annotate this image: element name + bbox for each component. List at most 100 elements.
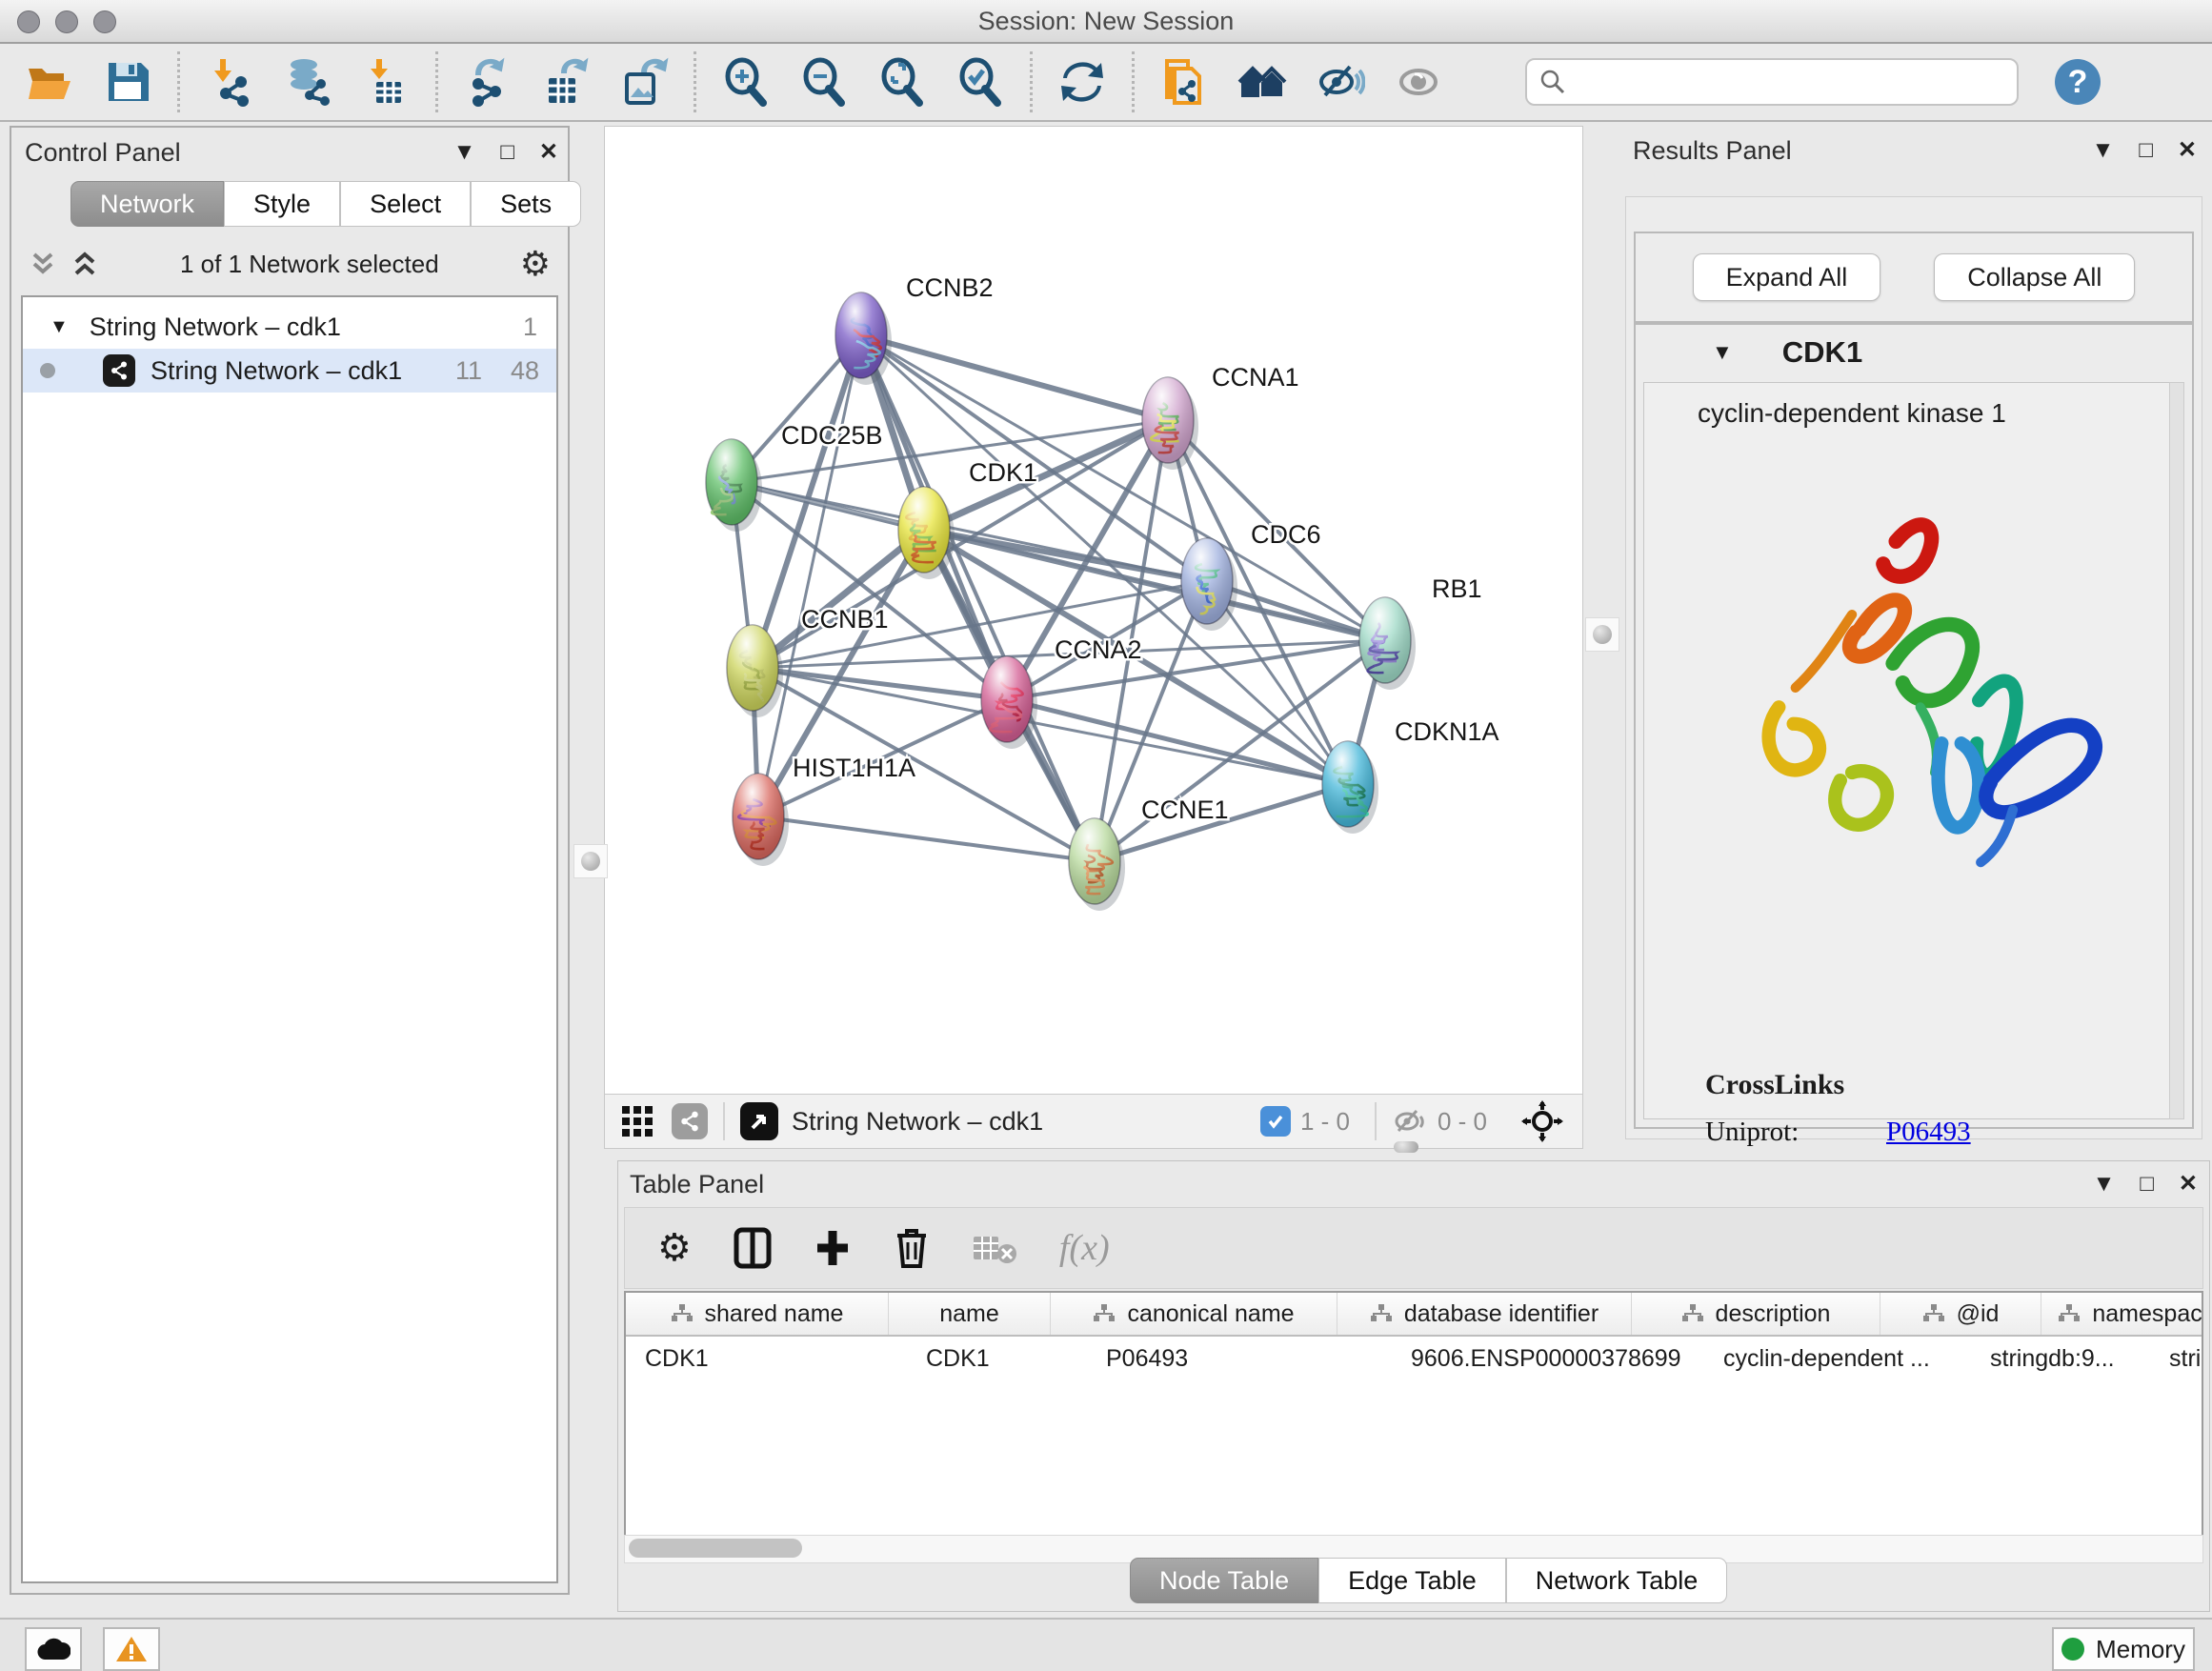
expand-all-icon[interactable] (70, 249, 99, 279)
selected-checkbox[interactable] (1260, 1106, 1291, 1137)
string-home-icon[interactable] (1236, 55, 1289, 109)
column-header-databaseidentifier[interactable]: database identifier (1337, 1293, 1632, 1335)
network-view-toolbar: String Network – cdk1 1 - 0 0 - 0 (604, 1094, 1583, 1149)
export-table-icon[interactable] (539, 55, 593, 109)
show-glass-icon[interactable] (1392, 55, 1445, 109)
table-cell[interactable]: P06493 (1087, 1337, 1392, 1380)
panel-menu-icon[interactable]: ▼ (453, 141, 476, 164)
expand-all-button[interactable]: Expand All (1693, 253, 1881, 301)
column-type-icon (2058, 1303, 2081, 1324)
save-session-icon[interactable] (101, 55, 154, 109)
show-columns-icon[interactable] (734, 1227, 772, 1269)
network-edge[interactable] (861, 335, 1095, 861)
clone-network-icon[interactable] (1157, 55, 1211, 109)
hide-glass-icon[interactable] (1314, 55, 1367, 109)
close-panel-icon[interactable]: ✕ (2178, 139, 2197, 162)
results-scrollbar[interactable] (2169, 382, 2184, 1119)
network-node-RB1[interactable]: RB1 (1359, 574, 1482, 690)
float-panel-icon[interactable]: □ (2139, 139, 2153, 162)
float-panel-icon[interactable]: □ (500, 141, 514, 164)
string-share-icon[interactable] (672, 1103, 708, 1139)
network-edge[interactable] (753, 530, 924, 668)
table-cell[interactable]: stringdb:9... (1971, 1337, 2150, 1380)
import-network-icon[interactable] (203, 55, 256, 109)
column-header-canonicalname[interactable]: canonical name (1051, 1293, 1337, 1335)
column-type-icon (1370, 1303, 1393, 1324)
node-table[interactable]: shared namenamecanonical namedatabase id… (624, 1291, 2203, 1537)
network-edge[interactable] (861, 335, 1385, 640)
network-node-CCNE1[interactable]: CCNE1 (1069, 795, 1229, 911)
collapse-triangle-icon[interactable]: ▼ (50, 316, 69, 338)
search-field[interactable] (1525, 58, 2019, 106)
warning-status-button[interactable] (103, 1627, 160, 1671)
network-node-HIST1H1A[interactable]: HIST1H1A (733, 754, 915, 866)
column-header-id[interactable]: @id (1880, 1293, 2041, 1335)
column-header-sharedname[interactable]: shared name (626, 1293, 889, 1335)
import-table-icon[interactable] (359, 55, 412, 109)
network-edge[interactable] (753, 668, 1007, 699)
panel-menu-icon[interactable]: ▼ (2092, 139, 2115, 162)
window-title: Session: New Session (0, 7, 2212, 36)
tab-sets[interactable]: Sets (471, 181, 581, 227)
column-header-namespace[interactable]: namespace (2041, 1293, 2203, 1335)
bottom-splitter-handle[interactable] (1389, 1139, 1423, 1155)
network-collection-row[interactable]: ▼ String Network – cdk1 1 (23, 305, 556, 349)
export-image-icon[interactable] (617, 55, 671, 109)
cloud-status-button[interactable] (25, 1627, 82, 1671)
network-list: ▼ String Network – cdk1 1 String Network… (21, 295, 558, 1583)
network-node-CCNA1[interactable]: CCNA1 (1142, 363, 1299, 470)
zoom-fit-icon[interactable] (875, 55, 929, 109)
collapse-triangle-icon[interactable]: ▼ (1712, 340, 1733, 365)
close-panel-icon[interactable]: ✕ (539, 141, 558, 164)
formula-icon[interactable]: f(x) (1059, 1227, 1110, 1269)
tab-edge-table[interactable]: Edge Table (1318, 1558, 1506, 1603)
tab-network-table[interactable]: Network Table (1506, 1558, 1728, 1603)
column-header-description[interactable]: description (1632, 1293, 1880, 1335)
table-cell[interactable]: 9606.ENSP00000378699 (1392, 1337, 1704, 1380)
tab-network[interactable]: Network (70, 181, 224, 227)
control-panel: Control Panel ▼ □ ✕ NetworkStyleSelectSe… (10, 126, 570, 1595)
clear-table-icon[interactable] (972, 1231, 1017, 1265)
network-row[interactable]: String Network – cdk1 11 48 (23, 349, 556, 393)
crosslink-link[interactable]: P06493 (1886, 1117, 1971, 1148)
collapse-all-icon[interactable] (29, 249, 57, 279)
delete-column-icon[interactable] (894, 1226, 930, 1270)
zoom-in-icon[interactable] (719, 55, 773, 109)
tab-node-table[interactable]: Node Table (1130, 1558, 1318, 1603)
memory-button[interactable]: Memory (2052, 1627, 2195, 1671)
birdseye-view-icon[interactable] (740, 1102, 778, 1140)
tab-select[interactable]: Select (340, 181, 471, 227)
right-splitter-handle[interactable] (1585, 617, 1619, 652)
network-canvas[interactable]: CCNB2CCNA1CDC25BCDK1CDC6RB1CCNB1CCNA2CDK… (604, 126, 1583, 1096)
network-edge[interactable] (758, 335, 861, 816)
left-splitter-handle[interactable] (573, 844, 608, 878)
help-icon[interactable]: ? (2055, 59, 2101, 105)
search-input[interactable] (1567, 67, 1971, 98)
table-cell[interactable]: cyclin-dependent ... (1704, 1337, 1971, 1380)
zoom-selected-icon[interactable] (954, 55, 1007, 109)
add-column-icon[interactable] (814, 1227, 852, 1269)
table-row[interactable]: CDK1CDK1P064939606.ENSP00000378699cyclin… (626, 1337, 2202, 1380)
network-edge[interactable] (758, 816, 1095, 861)
panel-menu-icon[interactable]: ▼ (2093, 1173, 2116, 1196)
network-node-CDKN1A[interactable]: CDKN1A (1322, 717, 1499, 834)
close-panel-icon[interactable]: ✕ (2179, 1173, 2198, 1196)
network-status-dot (40, 363, 55, 378)
column-header-name[interactable]: name (889, 1293, 1051, 1335)
fit-content-crosshair-icon[interactable] (1521, 1100, 1563, 1142)
table-settings-gear-icon[interactable]: ⚙ (657, 1226, 692, 1270)
table-cell[interactable]: CDK1 (626, 1337, 907, 1380)
network-options-gear-icon[interactable]: ⚙ (520, 244, 551, 284)
refresh-icon[interactable] (1056, 55, 1109, 109)
collapse-all-button[interactable]: Collapse All (1934, 253, 2135, 301)
table-cell[interactable]: CDK1 (907, 1337, 1087, 1380)
tab-style[interactable]: Style (224, 181, 340, 227)
export-network-icon[interactable] (461, 55, 514, 109)
scrollbar-thumb[interactable] (629, 1539, 802, 1558)
float-panel-icon[interactable]: □ (2140, 1173, 2154, 1196)
zoom-out-icon[interactable] (797, 55, 851, 109)
table-cell[interactable]: stringdb (2150, 1337, 2203, 1380)
import-database-icon[interactable] (281, 55, 334, 109)
open-file-icon[interactable] (23, 55, 76, 109)
grid-view-icon[interactable] (620, 1104, 654, 1138)
